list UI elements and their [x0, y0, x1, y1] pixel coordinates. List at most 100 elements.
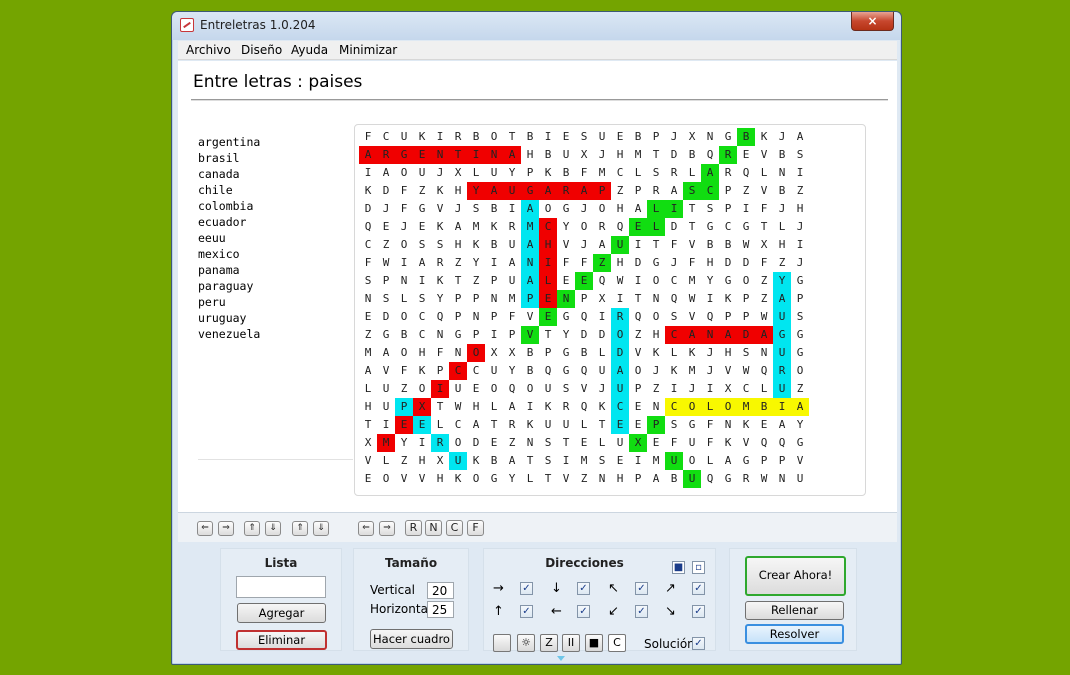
add-button[interactable]: Agregar [237, 603, 326, 623]
grid-cell[interactable]: H [521, 146, 539, 164]
letter-grid[interactable]: FCUKIRBOTBIESUEBPJXNGBKJAARGENTINAHBUXJH… [354, 124, 866, 496]
grid-cell[interactable]: U [593, 128, 611, 146]
make-grid-button[interactable]: Hacer cuadro [370, 629, 453, 649]
grid-cell[interactable]: V [683, 236, 701, 254]
grid-cell[interactable]: G [521, 182, 539, 200]
grid-cell[interactable]: Z [503, 434, 521, 452]
grid-cell[interactable]: P [449, 308, 467, 326]
grid-cell[interactable]: J [665, 254, 683, 272]
grid-cell[interactable]: D [719, 254, 737, 272]
grid-cell[interactable]: V [521, 308, 539, 326]
grid-cell[interactable]: J [449, 200, 467, 218]
grid-cell[interactable]: R [737, 470, 755, 488]
grid-cell[interactable]: N [593, 470, 611, 488]
grid-cell[interactable]: A [719, 452, 737, 470]
grid-cell[interactable]: O [737, 272, 755, 290]
grid-cell[interactable]: Q [701, 470, 719, 488]
grid-cell[interactable]: A [755, 326, 773, 344]
grid-cell[interactable]: U [503, 272, 521, 290]
grid-cell[interactable]: E [539, 290, 557, 308]
grid-cell[interactable]: P [719, 200, 737, 218]
grid-cell[interactable]: C [413, 308, 431, 326]
grid-cell[interactable]: I [377, 416, 395, 434]
grid-cell[interactable]: C [701, 182, 719, 200]
grid-cell[interactable]: Z [449, 254, 467, 272]
grid-cell[interactable]: G [485, 470, 503, 488]
dir-down-checkbox[interactable]: ✓ [577, 582, 590, 595]
grid-cell[interactable]: A [503, 254, 521, 272]
grid-cell[interactable]: I [467, 146, 485, 164]
grid-cell[interactable]: I [665, 380, 683, 398]
grid-cell[interactable]: B [665, 470, 683, 488]
grid-cell[interactable]: O [611, 326, 629, 344]
grid-cell[interactable]: K [413, 362, 431, 380]
grid-cell[interactable]: Z [773, 254, 791, 272]
grid-cell[interactable]: D [593, 326, 611, 344]
grid-cell[interactable]: A [377, 164, 395, 182]
grid-cell[interactable]: B [737, 128, 755, 146]
grid-cell[interactable]: D [629, 254, 647, 272]
grid-cell[interactable]: P [539, 344, 557, 362]
grid-cell[interactable]: X [719, 380, 737, 398]
grid-cell[interactable]: O [395, 344, 413, 362]
grid-cell[interactable]: U [377, 398, 395, 416]
grid-cell[interactable]: Z [791, 380, 809, 398]
grid-cell[interactable]: T [647, 146, 665, 164]
mode-sun-icon[interactable]: ☼ [517, 634, 535, 652]
grid-cell[interactable]: Z [413, 182, 431, 200]
grid-cell[interactable]: R [557, 182, 575, 200]
grid-cell[interactable]: R [665, 164, 683, 182]
dir-down-left-checkbox[interactable]: ✓ [635, 605, 648, 618]
grid-cell[interactable]: H [701, 254, 719, 272]
grid-cell[interactable]: I [539, 128, 557, 146]
grid-cell[interactable]: P [395, 398, 413, 416]
grid-cell[interactable]: J [701, 344, 719, 362]
grid-cell[interactable]: G [791, 434, 809, 452]
grid-cell[interactable]: R [503, 416, 521, 434]
remove-button[interactable]: Eliminar [236, 630, 327, 650]
grid-cell[interactable]: T [683, 218, 701, 236]
grid-cell[interactable]: P [449, 290, 467, 308]
grid-cell[interactable]: A [359, 362, 377, 380]
grid-cell[interactable]: X [593, 290, 611, 308]
grid-cell[interactable]: I [701, 380, 719, 398]
grid-cell[interactable]: B [485, 200, 503, 218]
word-list-item[interactable]: peru [198, 294, 260, 310]
grid-cell[interactable]: U [557, 146, 575, 164]
grid-cell[interactable]: N [467, 308, 485, 326]
grid-cell[interactable]: T [449, 146, 467, 164]
grid-cell[interactable]: G [737, 218, 755, 236]
grid-cell[interactable]: P [485, 272, 503, 290]
grid-cell[interactable]: I [431, 128, 449, 146]
grid-cell[interactable]: G [737, 452, 755, 470]
grid-cell[interactable]: A [629, 200, 647, 218]
word-list-item[interactable]: eeuu [198, 230, 260, 246]
grid-cell[interactable]: L [701, 452, 719, 470]
grid-cell[interactable]: K [431, 218, 449, 236]
grid-cell[interactable]: L [755, 380, 773, 398]
grid-cell[interactable]: F [395, 200, 413, 218]
grid-cell[interactable]: S [593, 452, 611, 470]
grid-cell[interactable]: H [431, 470, 449, 488]
grid-cell[interactable]: M [521, 218, 539, 236]
grid-cell[interactable]: S [359, 272, 377, 290]
grid-cell[interactable]: I [665, 200, 683, 218]
grid-cell[interactable]: L [377, 452, 395, 470]
grid-cell[interactable]: R [773, 362, 791, 380]
dir-right-checkbox[interactable]: ✓ [520, 582, 533, 595]
grid-cell[interactable]: L [773, 218, 791, 236]
grid-cell[interactable]: L [593, 434, 611, 452]
grid-cell[interactable]: D [377, 182, 395, 200]
grid-cell[interactable]: D [611, 344, 629, 362]
move-up-icon[interactable]: ⇑ [244, 521, 260, 536]
grid-cell[interactable]: I [359, 164, 377, 182]
grid-cell[interactable]: A [449, 218, 467, 236]
grid-cell[interactable]: U [773, 308, 791, 326]
grid-cell[interactable]: E [359, 308, 377, 326]
grid-cell[interactable]: D [665, 146, 683, 164]
grid-cell[interactable]: H [611, 254, 629, 272]
grid-cell[interactable]: E [377, 218, 395, 236]
grid-cell[interactable]: S [683, 182, 701, 200]
grid-cell[interactable]: Y [503, 362, 521, 380]
grid-cell[interactable]: R [503, 218, 521, 236]
